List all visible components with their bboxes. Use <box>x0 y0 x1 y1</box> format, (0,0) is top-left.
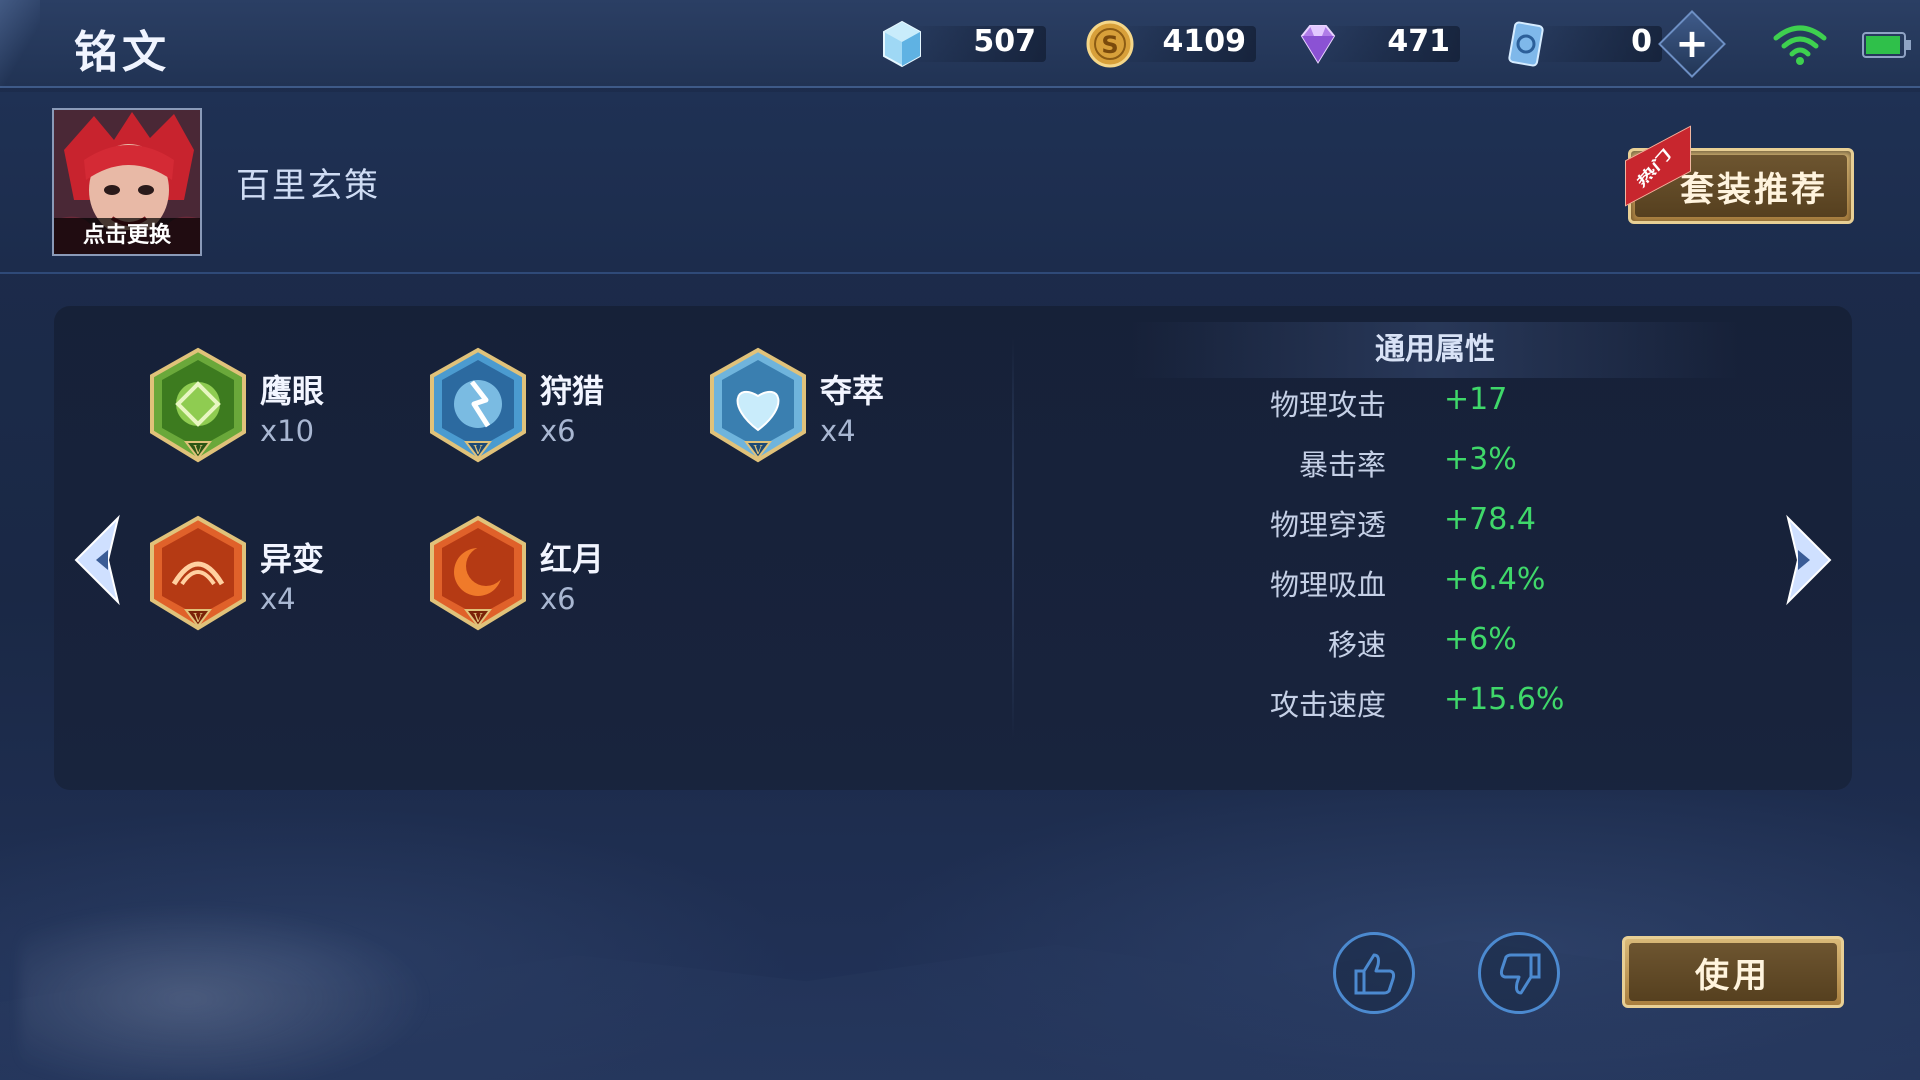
currency-gem: 471 <box>1292 18 1460 70</box>
purple-gem-icon <box>1300 25 1336 64</box>
use-button[interactable]: 使用 <box>1622 936 1844 1008</box>
attribute-row: 物理攻击 +17 <box>1100 382 1700 426</box>
svg-text:V: V <box>473 611 483 625</box>
rune-name: 鹰眼 <box>260 372 325 410</box>
rune-count: x4 <box>260 582 296 616</box>
rune-blue-badge-icon: V <box>710 347 806 463</box>
attribute-label: 物理吸血 <box>1269 568 1386 602</box>
thumbs-up-icon <box>1354 953 1396 995</box>
rune-item[interactable]: V 夺萃 x4 <box>706 346 1006 476</box>
rune-name: 异变 <box>260 540 325 578</box>
svg-text:S: S <box>1101 31 1118 59</box>
rune-blue-badge-icon: V <box>430 347 526 463</box>
attribute-row: 物理穿透 +78.4 <box>1100 502 1700 546</box>
background-mist <box>20 900 440 1080</box>
attribute-value: +15.6% <box>1444 682 1565 717</box>
hot-tag-label: 热门 <box>1634 146 1674 191</box>
page-title: 铭文 <box>74 27 170 78</box>
rune-red-badge-icon: V <box>430 515 526 631</box>
attribute-label: 物理攻击 <box>1269 388 1386 422</box>
svg-text:V: V <box>193 611 203 625</box>
attributes-title: 通用属性 <box>1132 322 1738 378</box>
attribute-row: 暴击率 +3% <box>1100 442 1700 486</box>
rune-item[interactable]: V 异变 x4 <box>146 514 446 644</box>
rune-green-badge-icon: V <box>150 347 246 463</box>
attribute-value: +3% <box>1444 442 1517 477</box>
rune-red-badge-icon: V <box>150 515 246 631</box>
rune-count: x10 <box>260 414 315 448</box>
attribute-label: 暴击率 <box>1298 448 1386 482</box>
attribute-row: 攻击速度 +15.6% <box>1100 682 1700 726</box>
rune-item[interactable]: V 红月 x6 <box>426 514 726 644</box>
dislike-button[interactable] <box>1478 932 1560 1014</box>
use-button-label: 使用 <box>1629 943 1837 1001</box>
rune-name: 夺萃 <box>820 372 885 410</box>
attribute-label: 物理穿透 <box>1269 508 1386 542</box>
hero-name: 百里玄策 <box>236 166 380 206</box>
panel-divider <box>1012 338 1014 738</box>
rune-count: x6 <box>540 414 576 448</box>
currency-value: 471 <box>1387 24 1450 59</box>
currency-value: 0 <box>1631 24 1652 59</box>
attribute-value: +78.4 <box>1444 502 1536 537</box>
svg-text:V: V <box>473 443 483 457</box>
change-hero-label[interactable]: 点击更换 <box>54 218 200 254</box>
attribute-row: 物理吸血 +6.4% <box>1100 562 1700 606</box>
diamond-crystal-icon <box>883 20 921 68</box>
attribute-label: 移速 <box>1327 628 1386 662</box>
attribute-value: +6.4% <box>1444 562 1546 597</box>
gold-coin-icon: S <box>1086 20 1134 68</box>
svg-text:V: V <box>193 443 203 457</box>
wifi-icon <box>1773 25 1827 65</box>
like-button[interactable] <box>1333 932 1415 1014</box>
top-bar: 铭文 507 S 4109 471 0 + <box>0 0 1920 88</box>
previous-page-arrow-icon[interactable] <box>62 512 132 608</box>
rune-item[interactable]: V 鹰眼 x10 <box>146 346 446 476</box>
rune-item[interactable]: V 狩猎 x6 <box>426 346 726 476</box>
add-currency-button[interactable]: + <box>1658 10 1726 78</box>
rune-count: x6 <box>540 582 576 616</box>
hero-strip: 点击更换 百里玄策 套装推荐 热门 <box>0 92 1920 274</box>
set-recommend-button[interactable]: 套装推荐 热门 <box>1625 125 1854 224</box>
attribute-value: +6% <box>1444 622 1517 657</box>
plus-icon: + <box>1675 21 1709 67</box>
currency-value: 4109 <box>1162 24 1247 59</box>
currency-gold: S 4109 <box>1084 18 1256 70</box>
currency-value: 507 <box>973 24 1036 59</box>
hero-avatar[interactable]: 点击更换 <box>52 108 202 256</box>
currency-ticket: 0 <box>1500 18 1662 70</box>
thumbs-down-icon <box>1499 953 1541 995</box>
rune-name: 狩猎 <box>540 372 605 410</box>
rune-name: 红月 <box>540 540 605 578</box>
currency-diamond: 507 <box>876 18 1046 70</box>
rune-count: x4 <box>820 414 856 448</box>
svg-text:V: V <box>753 443 763 457</box>
ticket-card-icon <box>1508 21 1544 67</box>
attribute-label: 攻击速度 <box>1269 688 1386 722</box>
next-page-arrow-icon[interactable] <box>1774 512 1844 608</box>
attribute-row: 移速 +6% <box>1100 622 1700 666</box>
attribute-value: +17 <box>1444 382 1508 417</box>
battery-icon <box>1862 32 1911 58</box>
back-corner[interactable] <box>0 0 40 88</box>
